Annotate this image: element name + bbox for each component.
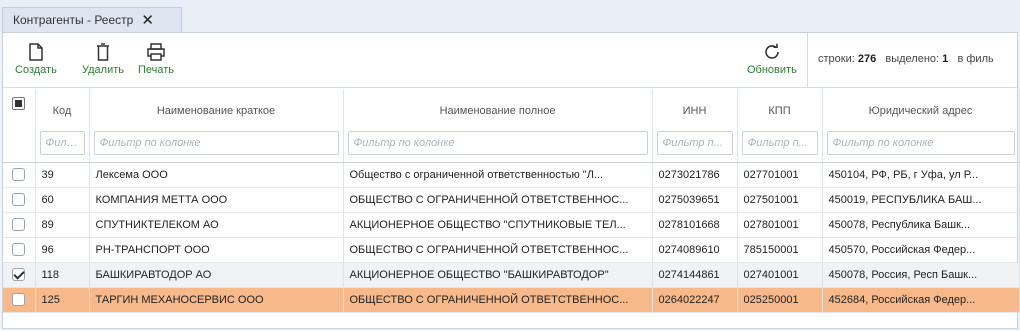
row-select-cell[interactable] (3, 287, 36, 313)
table-row[interactable]: 60 КОМПАНИЯ МЕТТА ООО ОБЩЕСТВО С ОГРАНИЧЕН… (3, 187, 1020, 213)
cell-short-name[interactable]: СПУТНИКТЕЛЕКОМ АО (89, 212, 344, 238)
new-document-icon (29, 43, 43, 61)
cell-inn[interactable]: 0275039651 (652, 187, 738, 213)
column-header-kpp[interactable]: КПП (737, 89, 823, 128)
filter-row: Филь... Фильтр по колонке Фильтр по коло… (3, 128, 1020, 163)
filtered-label: в филь (957, 53, 994, 65)
printer-icon (147, 43, 165, 61)
cell-kpp[interactable]: 027401001 (737, 262, 823, 288)
refresh-icon (765, 43, 779, 59)
toolbar-divider (807, 33, 808, 88)
cell-code[interactable]: 60 (35, 187, 90, 213)
registry-panel: Создать Удалить Печать Обновить строки: … (2, 32, 1020, 329)
filter-input-inn[interactable]: Фильтр п... (656, 130, 733, 155)
row-checkbox[interactable] (12, 268, 26, 281)
cell-inn[interactable]: 0274144861 (652, 262, 738, 288)
cell-legal-address[interactable]: 450019, РЕСПУБЛИКА БАШ... (822, 187, 1020, 213)
cell-kpp[interactable]: 027701001 (737, 162, 823, 188)
cell-full-name[interactable]: АКЦИОНЕРНОЕ ОБЩЕСТВО "СПУТНИКОВЫЕ ТЕЛ... (343, 212, 653, 238)
header-row: Код Наименование краткое Наименование по… (3, 89, 1020, 128)
trash-icon (97, 43, 109, 61)
print-label: Печать (138, 64, 175, 76)
cell-legal-address[interactable]: 450078, Россия, Респ Башк... (822, 262, 1020, 288)
cell-inn[interactable]: 0278101668 (652, 212, 738, 238)
row-select-cell[interactable] (3, 237, 36, 263)
rows-count: 276 (857, 53, 877, 65)
table-row[interactable]: 39 Лексема ООО Общество с ограниченной отв… (3, 162, 1020, 188)
cell-code[interactable]: 39 (35, 162, 90, 188)
cell-full-name[interactable]: ОБЩЕСТВО С ОГРАНИЧЕННОЙ ОТВЕТСТВЕННОС... (343, 187, 653, 213)
print-button[interactable]: Печать (138, 43, 174, 76)
selected-count: 1 (942, 53, 949, 65)
cell-code[interactable]: 96 (35, 237, 90, 263)
row-select-cell[interactable] (3, 262, 36, 288)
cell-legal-address[interactable]: 452684, Российская Федер... (822, 287, 1020, 313)
cell-short-name[interactable]: ТАРГИН МЕХАНОСЕРВИС ООО (89, 287, 344, 313)
tab-registry[interactable]: Контрагенты - Реестр ✕ (2, 7, 182, 32)
cell-full-name[interactable]: Общество с ограниченной ответственностью… (343, 162, 653, 188)
row-checkbox[interactable] (12, 193, 26, 206)
filter-input-kpp[interactable]: Фильтр п... (741, 130, 818, 155)
cell-legal-address[interactable]: 450570, Российская Федер... (822, 237, 1020, 263)
row-select-cell[interactable] (3, 187, 36, 213)
cell-legal-address[interactable]: 450078, Республика Башк... (822, 212, 1020, 238)
table-body: 39 Лексема ООО Общество с ограниченной отв… (3, 162, 1020, 313)
cell-short-name[interactable]: РН-ТРАНСПОРТ ООО (89, 237, 344, 263)
filter-cell-empty (3, 128, 36, 163)
table-row[interactable]: 125 ТАРГИН МЕХАНОСЕРВИС ООО ОБЩЕСТВО С ОГР… (3, 287, 1020, 313)
cell-code[interactable]: 89 (35, 212, 90, 238)
column-header-short-name[interactable]: Наименование краткое (89, 89, 344, 128)
row-checkbox[interactable] (12, 218, 26, 231)
selected-label: выделено: (885, 53, 940, 65)
tab-title: Контрагенты - Реестр (13, 13, 134, 27)
cell-full-name[interactable]: АКЦИОНЕРНОЕ ОБЩЕСТВО "БАШКИРАВТОДОР" (343, 262, 653, 288)
column-header-code[interactable]: Код (35, 89, 90, 128)
row-checkbox[interactable] (12, 293, 26, 306)
cell-legal-address[interactable]: 450104, РФ, РБ, г Уфа, ул Р... (822, 162, 1020, 188)
rows-label: строки: (818, 53, 855, 65)
filter-input-full-name[interactable]: Фильтр по колонке (347, 130, 648, 155)
contractors-table: Код Наименование краткое Наименование по… (3, 89, 1020, 313)
select-all-header[interactable] (3, 89, 36, 128)
table-row[interactable]: 96 РН-ТРАНСПОРТ ООО ОБЩЕСТВО С ОГРАНИЧЕННО… (3, 237, 1020, 263)
filter-input-legal-address[interactable]: Фильтр по колонке (826, 130, 1015, 155)
row-checkbox[interactable] (12, 168, 26, 181)
cell-kpp[interactable]: 027501001 (737, 187, 823, 213)
cell-code[interactable]: 125 (35, 287, 90, 313)
cell-inn[interactable]: 0273021786 (652, 162, 738, 188)
filter-input-code[interactable]: Филь... (39, 130, 85, 155)
cell-code[interactable]: 118 (35, 262, 90, 288)
cell-full-name[interactable]: ОБЩЕСТВО С ОГРАНИЧЕННОЙ ОТВЕТСТВЕННОС... (343, 237, 653, 263)
column-header-inn[interactable]: ИНН (652, 89, 738, 128)
table-row[interactable]: 118 БАШКИРАВТОДОР АО АКЦИОНЕРНОЕ ОБЩЕСТВО … (3, 262, 1020, 288)
refresh-button[interactable]: Обновить (747, 43, 797, 76)
row-select-cell[interactable] (3, 162, 36, 188)
refresh-label: Обновить (747, 64, 797, 76)
filter-input-short-name[interactable]: Фильтр по колонке (93, 130, 339, 155)
row-select-cell[interactable] (3, 212, 36, 238)
cell-inn[interactable]: 0264022247 (652, 287, 738, 313)
column-header-legal-address[interactable]: Юридический адрес (822, 89, 1020, 128)
cell-kpp[interactable]: 785150001 (737, 237, 823, 263)
cell-kpp[interactable]: 027801001 (737, 212, 823, 238)
cell-short-name[interactable]: Лексема ООО (89, 162, 344, 188)
tab-bar: Контрагенты - Реестр ✕ (0, 0, 1020, 32)
create-label: Создать (15, 64, 57, 76)
delete-button[interactable]: Удалить (82, 43, 124, 76)
cell-kpp[interactable]: 025250001 (737, 287, 823, 313)
table-row[interactable]: 89 СПУТНИКТЕЛЕКОМ АО АКЦИОНЕРНОЕ ОБЩЕСТВО … (3, 212, 1020, 238)
toolbar: Создать Удалить Печать Обновить строки: … (3, 33, 1017, 88)
cell-short-name[interactable]: БАШКИРАВТОДОР АО (89, 262, 344, 288)
select-all-checkbox[interactable] (12, 97, 26, 110)
cell-full-name[interactable]: ОБЩЕСТВО С ОГРАНИЧЕННОЙ ОТВЕТСТВЕННОС... (343, 287, 653, 313)
row-checkbox[interactable] (12, 243, 26, 256)
delete-label: Удалить (82, 64, 124, 76)
cell-short-name[interactable]: КОМПАНИЯ МЕТТА ООО (89, 187, 344, 213)
column-header-full-name[interactable]: Наименование полное (343, 89, 653, 128)
close-icon[interactable]: ✕ (141, 13, 154, 28)
cell-inn[interactable]: 0274089610 (652, 237, 738, 263)
create-button[interactable]: Создать (15, 43, 57, 76)
grid-status: строки: 276 выделено: 1 в филь (818, 53, 994, 65)
